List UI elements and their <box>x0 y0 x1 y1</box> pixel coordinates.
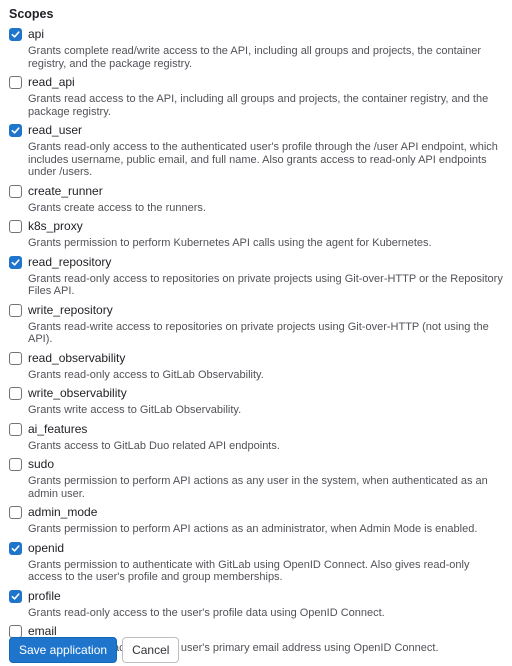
scope-name[interactable]: write_repository <box>28 303 503 318</box>
scope-item-read-user: read_user Grants read-only access to the … <box>9 123 503 179</box>
scope-name[interactable]: api <box>28 27 503 42</box>
scope-description: Grants read-only access to the user's pr… <box>28 606 385 619</box>
scope-item-openid: openid Grants permission to authenticate … <box>9 541 503 584</box>
scope-checkbox[interactable] <box>9 422 22 436</box>
scope-description: Grants permission to authenticate with G… <box>28 558 470 584</box>
scope-name[interactable]: create_runner <box>28 184 503 199</box>
scope-item-write-observability: write_observability Grants write access t… <box>9 386 503 417</box>
scope-description: Grants permission to perform API actions… <box>28 523 478 535</box>
scope-description: Grants complete read/write access to the… <box>28 45 482 70</box>
scope-name[interactable]: admin_mode <box>28 505 503 520</box>
scope-checkbox[interactable] <box>9 506 22 519</box>
scope-checkbox[interactable] <box>9 220 22 233</box>
save-application-button[interactable]: Save application <box>9 637 118 663</box>
scope-name[interactable]: profile <box>28 589 503 604</box>
scope-item-read-repository: read_repository Grants read-only access t… <box>9 255 503 298</box>
scope-item-read-observability: read_observability Grants read-only acces… <box>9 351 503 382</box>
scope-checkbox[interactable] <box>9 303 22 317</box>
scope-checkbox[interactable] <box>9 351 22 365</box>
cancel-button[interactable]: Cancel <box>122 637 180 663</box>
scope-item-create-runner: create_runner Grants create access to the… <box>9 184 503 215</box>
scopes-fieldset: Scopes api Grants complete read/write acc… <box>9 6 503 655</box>
scope-name[interactable]: openid <box>28 541 503 556</box>
scope-description: Grants permission to perform API actions… <box>28 475 488 500</box>
scope-item-admin-mode: admin_mode Grants permission to perform A… <box>9 505 503 536</box>
scope-item-ai-features: ai_features Grants access to GitLab Duo r… <box>9 422 503 453</box>
scope-name[interactable]: k8s_proxy <box>28 219 503 234</box>
scope-checkbox[interactable] <box>9 541 22 555</box>
scope-description: Grants create access to the runners. <box>28 201 206 214</box>
scope-description: Grants access to GitLab Duo related API … <box>28 439 280 452</box>
scope-item-read-api: read_api Grants read access to the API, i… <box>9 75 503 118</box>
checkmark-icon <box>11 592 20 600</box>
scope-description: Grants write access to GitLab Observabil… <box>28 404 242 416</box>
scope-item-k8s-proxy: k8s_proxy Grants permission to perform Ku… <box>9 219 503 250</box>
scope-name[interactable]: read_repository <box>28 255 503 270</box>
scope-checkbox[interactable] <box>9 255 22 269</box>
scope-checkbox[interactable] <box>9 124 22 137</box>
scope-description: Grants read-only access to GitLab Observ… <box>28 368 264 381</box>
checkmark-icon <box>11 31 20 38</box>
scope-name[interactable]: write_observability <box>28 386 503 401</box>
scope-item-sudo: sudo Grants permission to perform API act… <box>9 457 503 500</box>
scope-checkbox[interactable] <box>9 458 22 471</box>
scope-name[interactable]: read_user <box>28 123 503 138</box>
scope-name[interactable]: read_api <box>28 75 503 90</box>
scope-checkbox[interactable] <box>9 184 22 198</box>
scope-description: Grants read-only access to repositories … <box>28 272 503 298</box>
scope-name[interactable]: read_observability <box>28 351 503 366</box>
scope-name[interactable]: ai_features <box>28 422 503 437</box>
scope-item-profile: profile Grants read-only access to the us… <box>9 589 503 620</box>
scope-description: Grants read-only access to the authentic… <box>28 141 498 178</box>
scope-item-write-repository: write_repository Grants read-write access… <box>9 303 503 346</box>
scope-checkbox[interactable] <box>9 387 22 400</box>
scope-checkbox[interactable] <box>9 76 22 89</box>
scope-checkbox[interactable] <box>9 589 22 603</box>
scope-description: Grants read-write access to repositories… <box>28 320 489 346</box>
scopes-heading: Scopes <box>9 7 54 21</box>
form-actions: Save application Cancel <box>9 637 180 663</box>
scope-name[interactable]: sudo <box>28 457 503 472</box>
checkmark-icon <box>11 127 20 134</box>
scope-description: Grants read access to the API, including… <box>28 93 489 118</box>
scope-item-api: api Grants complete read/write access to … <box>9 27 503 70</box>
checkmark-icon <box>11 258 20 266</box>
scope-list: api Grants complete read/write access to … <box>9 27 503 655</box>
scope-description: Grants permission to perform Kubernetes … <box>28 237 432 249</box>
checkmark-icon <box>11 544 20 552</box>
scope-checkbox[interactable] <box>9 28 22 41</box>
